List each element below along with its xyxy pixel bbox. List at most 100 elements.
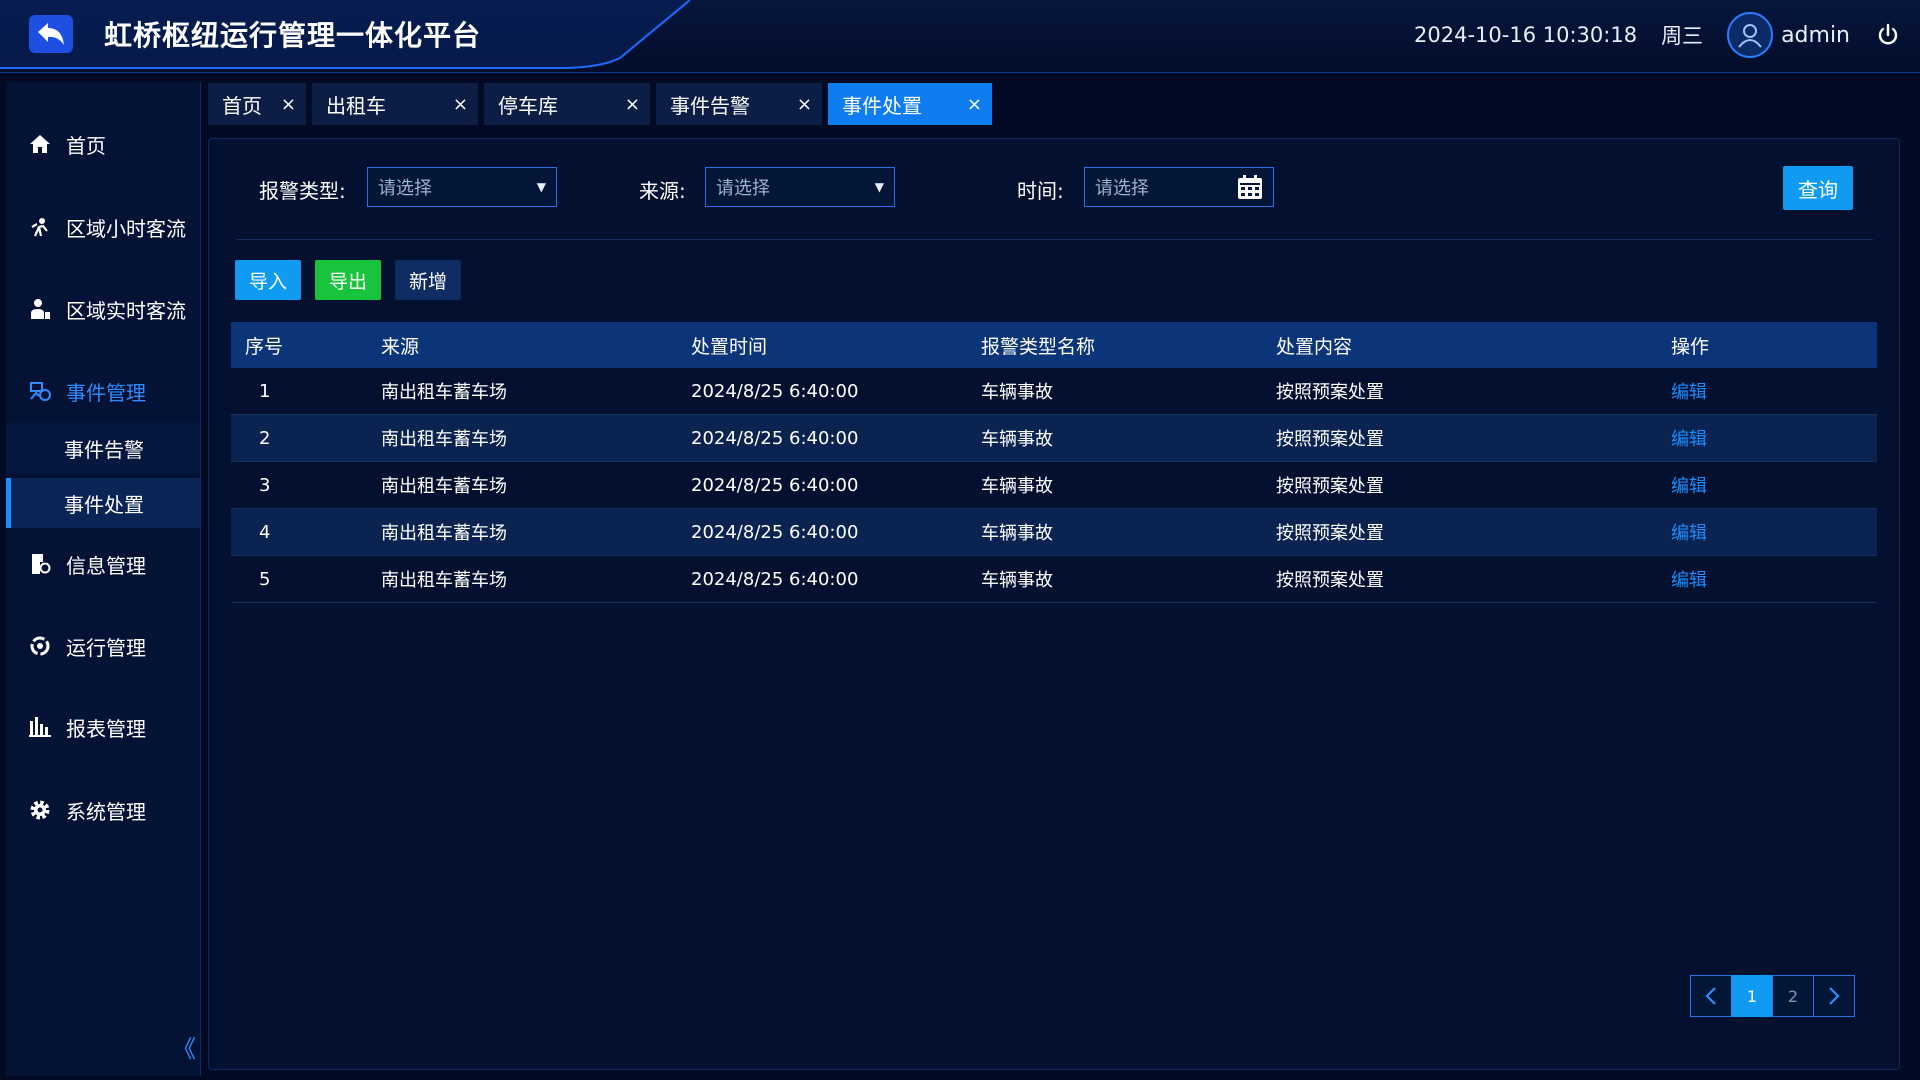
sidebar-item-hourly-flow[interactable]: 区域小时客流 [6,207,200,247]
cell-index: 3 [259,474,271,496]
bar-chart-icon [26,713,54,741]
sidebar-item-info-management[interactable]: 信息管理 [6,544,200,584]
cell-content: 按照预案处置 [1276,476,1384,497]
table-row: 4 南出租车蓄车场 2024/8/25 6:40:00 车辆事故 按照预案处置 … [231,509,1877,556]
sidebar-item-label: 首页 [66,133,106,158]
calendar-icon[interactable] [1237,174,1263,200]
sidebar-item-system-management[interactable]: 系统管理 [6,790,200,830]
sidebar: 首页 区域小时客流 区域实时客流 事件管理 事件告警 事件处置 信息管理 运行管… [6,82,201,1076]
edit-link[interactable]: 编辑 [1671,523,1707,544]
edit-link[interactable]: 编辑 [1671,382,1707,403]
edit-link[interactable]: 编辑 [1671,570,1707,591]
power-icon[interactable] [1876,23,1900,47]
cell-time: 2024/8/25 6:40:00 [691,427,859,449]
query-button[interactable]: 查询 [1783,166,1853,210]
cell-alarm-type: 车辆事故 [981,429,1053,450]
tab-taxi[interactable]: 出租车 × [312,83,478,125]
sidebar-item-label: 区域小时客流 [66,216,186,241]
cell-alarm-type: 车辆事故 [981,523,1053,544]
sidebar-item-event-management[interactable]: 事件管理 [6,371,200,411]
sidebar-item-label: 信息管理 [66,553,146,578]
cell-content: 按照预案处置 [1276,570,1384,591]
table-row: 2 南出租车蓄车场 2024/8/25 6:40:00 车辆事故 按照预案处置 … [231,415,1877,462]
sidebar-item-realtime-flow[interactable]: 区域实时客流 [6,289,200,329]
tab-label: 停车库 [498,93,558,118]
source-placeholder: 请选择 [716,178,770,199]
cell-source: 南出租车蓄车场 [381,429,507,450]
sidebar-subitem-event-alarm[interactable]: 事件告警 [6,423,200,473]
column-header: 操作 [1671,335,1710,358]
close-icon[interactable]: × [453,94,468,115]
app-title: 虹桥枢纽运行管理一体化平台 [104,19,482,52]
gear-icon [26,796,54,824]
username[interactable]: admin [1781,23,1850,48]
cell-source: 南出租车蓄车场 [381,570,507,591]
close-icon[interactable]: × [281,94,296,115]
chevron-right-icon [1829,987,1840,1005]
column-header: 处置内容 [1276,335,1353,358]
pagination: 1 2 [1690,975,1855,1017]
cell-time: 2024/8/25 6:40:00 [691,474,859,496]
cell-source: 南出租车蓄车场 [381,382,507,403]
cell-content: 按照预案处置 [1276,429,1384,450]
close-icon[interactable]: × [797,94,812,115]
cell-time: 2024/8/25 6:40:00 [691,380,859,402]
table-row: 1 南出租车蓄车场 2024/8/25 6:40:00 车辆事故 按照预案处置 … [231,368,1877,415]
cell-time: 2024/8/25 6:40:00 [691,568,859,590]
cell-alarm-type: 车辆事故 [981,382,1053,403]
sidebar-item-operation-management[interactable]: 运行管理 [6,626,200,666]
close-icon[interactable]: × [625,94,640,115]
column-header: 报警类型名称 [981,335,1096,358]
sidebar-item-label: 区域实时客流 [66,298,186,323]
add-button[interactable]: 新增 [395,260,462,300]
cell-index: 4 [259,521,271,543]
table-row: 5 南出租车蓄车场 2024/8/25 6:40:00 车辆事故 按照预案处置 … [231,556,1877,603]
tab-bar: 首页 × 出租车 × 停车库 × 事件告警 × 事件处置 × [208,83,998,125]
sidebar-item-label: 系统管理 [66,799,146,824]
export-button[interactable]: 导出 [315,260,382,300]
sidebar-item-home[interactable]: 首页 [6,124,200,164]
source-label: 来源: [639,179,686,203]
sidebar-subitem-event-disposal[interactable]: 事件处置 [6,478,200,528]
tab-label: 出租车 [326,93,386,118]
cell-alarm-type: 车辆事故 [981,570,1053,591]
cell-index: 2 [259,427,271,449]
sidebar-item-report-management[interactable]: 报表管理 [6,707,200,747]
time-label: 时间: [1017,179,1064,203]
tab-garage[interactable]: 停车库 × [484,83,650,125]
tab-home[interactable]: 首页 × [208,83,306,125]
page-button-1[interactable]: 1 [1731,975,1773,1017]
cell-time: 2024/8/25 6:40:00 [691,521,859,543]
weekday-label: 周三 [1661,24,1704,48]
cell-content: 按照预案处置 [1276,382,1384,403]
tab-label: 事件告警 [670,93,750,118]
alarm-type-select[interactable]: 请选择 ▼ [367,167,557,207]
filter-divider [237,239,1873,240]
back-button[interactable] [28,14,74,54]
alarm-type-placeholder: 请选择 [378,178,432,199]
source-select[interactable]: 请选择 ▼ [705,167,895,207]
column-header: 处置时间 [691,335,768,358]
next-page-button[interactable] [1813,975,1855,1017]
cell-index: 1 [259,380,271,402]
home-icon [26,130,54,158]
tab-event-alarm[interactable]: 事件告警 × [656,83,822,125]
user-avatar-icon[interactable] [1727,12,1774,58]
event-icon [26,377,54,405]
top-header: 虹桥枢纽运行管理一体化平台 2024-10-16 10:30:18 周三 adm… [0,0,1920,73]
page-button-2[interactable]: 2 [1772,975,1814,1017]
close-icon[interactable]: × [967,94,982,115]
back-arrow-icon [29,15,73,53]
edit-link[interactable]: 编辑 [1671,476,1707,497]
prev-page-button[interactable] [1690,975,1732,1017]
time-picker[interactable]: 请选择 [1084,167,1274,207]
person-realtime-icon [26,295,54,323]
main-panel: 报警类型: 请选择 ▼ 来源: 请选择 ▼ 时间: 请选择 查询 导入 导出 新… [208,138,1900,1070]
alarm-type-label: 报警类型: [259,179,346,203]
collapse-sidebar-icon[interactable]: 《 [172,1029,196,1064]
cell-source: 南出租车蓄车场 [381,476,507,497]
edit-link[interactable]: 编辑 [1671,429,1707,450]
document-icon [26,550,54,578]
tab-event-disposal[interactable]: 事件处置 × [828,83,992,125]
import-button[interactable]: 导入 [235,260,302,300]
